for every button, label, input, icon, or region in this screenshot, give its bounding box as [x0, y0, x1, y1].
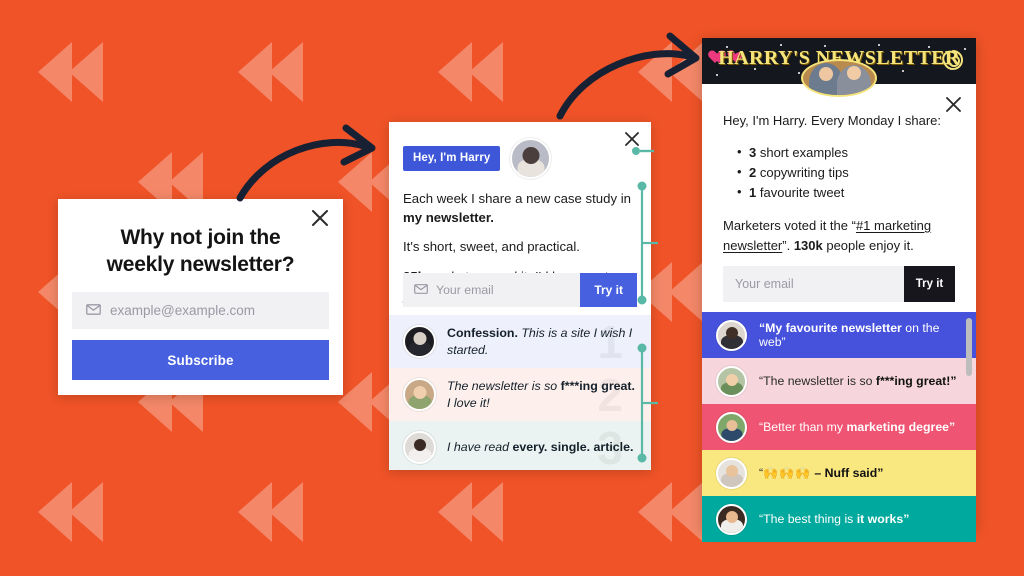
avatar [716, 365, 747, 397]
testimonial-list: 1 Confession. This is a site I wish I st… [389, 315, 651, 470]
harry-newsletter-widget: Hey, I'm Harry Each week I share a new c… [389, 122, 651, 470]
list-item: 3 I have read every. single. article. [389, 421, 651, 470]
testimonial-text: “The newsletter is so f***ing great!” [759, 374, 957, 388]
harry-newsletter-popup: HARRY'S NEWSLETTER Hey, I'm Harry. Every… [702, 38, 976, 542]
measure-bracket [637, 181, 658, 305]
testimonial-text: “My favourite newsletter on the web” [759, 321, 940, 349]
email-field[interactable]: example@example.com [72, 292, 329, 329]
list-item: 1 favourite tweet [737, 182, 955, 203]
testimonial-row: “🙌🙌🙌 – Nuff said” [702, 450, 976, 496]
curved-arrow-2 [556, 32, 700, 120]
subscribe-button[interactable]: Subscribe [72, 340, 329, 380]
avatar [510, 138, 552, 179]
hey-im-harry-badge: Hey, I'm Harry [403, 146, 501, 171]
close-icon[interactable] [945, 96, 962, 113]
avatar [403, 378, 436, 411]
email-placeholder: Your email [735, 277, 794, 291]
avatar [716, 411, 747, 443]
close-icon[interactable] [311, 209, 329, 227]
ghost-number: 2 [597, 368, 623, 421]
widget-upper-section: Hey, I'm Harry Each week I share a new c… [389, 122, 651, 315]
testimonial-row: “The best thing is it works” [702, 496, 976, 542]
emoji-icon: 🙌🙌🙌 [763, 466, 811, 480]
measure-bracket [632, 147, 654, 155]
list-item: 1 Confession. This is a site I wish I st… [389, 315, 651, 368]
email-placeholder: Your email [436, 283, 494, 297]
slide-canvas: Why not join the weekly newsletter? exam… [0, 0, 1024, 576]
envelope-icon [86, 302, 101, 320]
avatar [403, 325, 436, 358]
list-item: 2 The newsletter is so f***ing great. I … [389, 368, 651, 421]
avatar [403, 431, 436, 464]
email-field[interactable]: Your email Try it [403, 273, 637, 307]
banner: HARRY'S NEWSLETTER [702, 38, 976, 97]
vertical-scrollbar[interactable] [966, 318, 972, 376]
try-it-button[interactable]: Try it [904, 266, 955, 302]
widget-paragraph-2: It's short, sweet, and practical. [403, 239, 580, 255]
avatar [716, 319, 747, 351]
page-title: Why not join the weekly newsletter? [106, 226, 295, 276]
avatar [716, 503, 747, 535]
envelope-icon [414, 281, 428, 299]
list-item: 2 copywriting tips [737, 162, 955, 183]
intro-text: Hey, I'm Harry. Every Monday I share: [723, 113, 942, 128]
avatar [716, 457, 747, 489]
ghost-number: 1 [597, 315, 623, 368]
widget-paragraph-1: Each week I share a new case study in my… [403, 191, 631, 225]
testimonial-row: “Better than my marketing degree” [702, 404, 976, 450]
try-it-button[interactable]: Try it [580, 273, 637, 307]
ghost-number: 3 [597, 421, 623, 471]
social-proof-text: Marketers voted it the “#1 marketing new… [723, 217, 932, 253]
curved-arrow-1 [236, 124, 376, 202]
testimonial-text: “Better than my marketing degree” [759, 420, 956, 434]
list-item: 3 short examples [737, 142, 955, 163]
testimonial-strips: “My favourite newsletter on the web” “Th… [702, 312, 976, 542]
testimonial-row: “The newsletter is so f***ing great!” [702, 358, 976, 404]
testimonial-text: “🙌🙌🙌 – Nuff said” [759, 466, 884, 480]
testimonial-row: “My favourite newsletter on the web” [702, 312, 976, 358]
email-placeholder: example@example.com [110, 303, 256, 318]
simple-newsletter-modal: Why not join the weekly newsletter? exam… [58, 199, 343, 395]
widget-header: Hey, I'm Harry [403, 122, 637, 179]
testimonial-text: “The best thing is it works” [759, 512, 910, 526]
email-field[interactable]: Your email Try it [723, 266, 955, 302]
spiral-icon [940, 47, 966, 78]
measure-bracket [637, 343, 658, 463]
popup-body: Hey, I'm Harry. Every Monday I share: 3 … [702, 84, 976, 312]
benefit-list: 3 short examples 2 copywriting tips 1 fa… [737, 142, 955, 203]
banner-photo [801, 59, 877, 97]
